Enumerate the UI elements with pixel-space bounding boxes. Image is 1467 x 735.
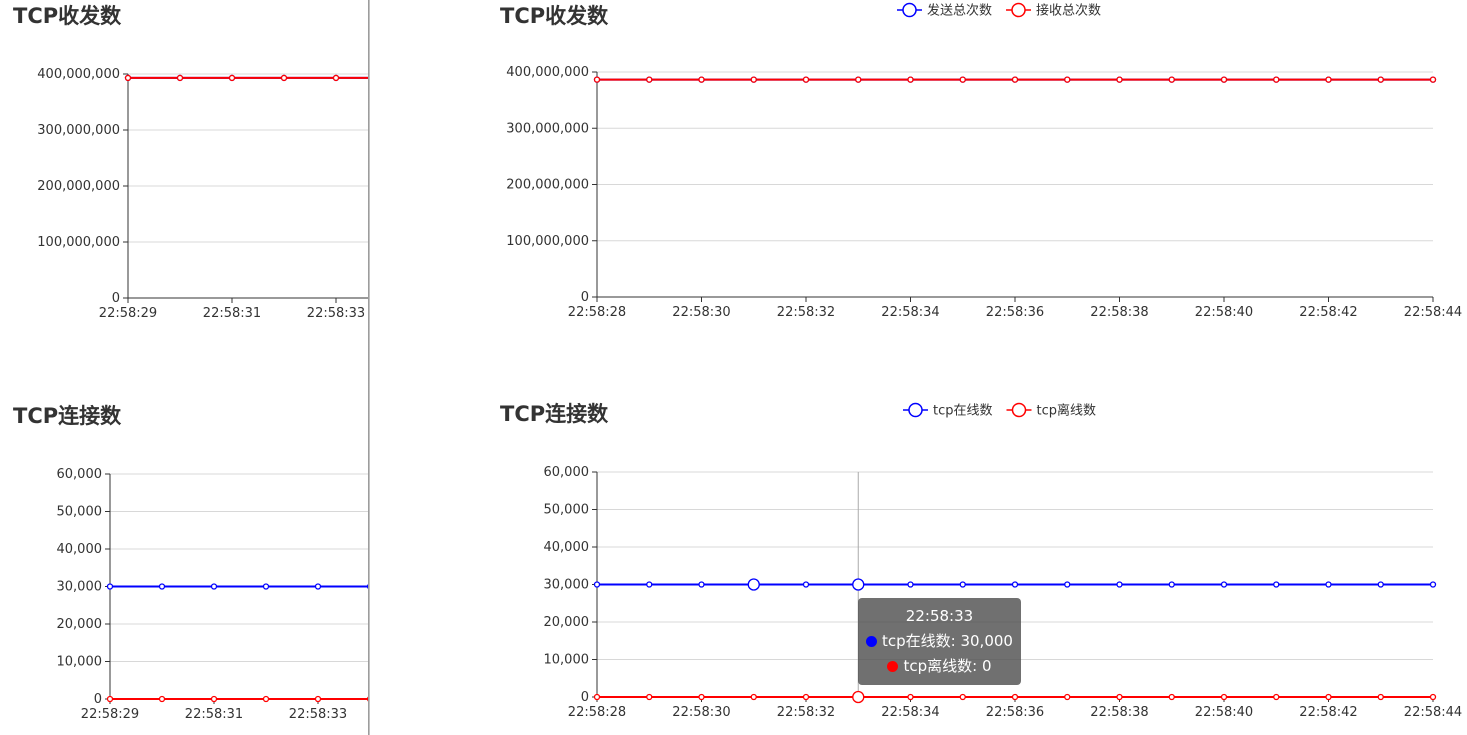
- data-point: [1064, 693, 1071, 701]
- data-point: [158, 695, 166, 703]
- data-point: [314, 583, 322, 590]
- x-tick-label: 22:58:28: [568, 705, 626, 720]
- y-tick-label: 10,000: [544, 653, 590, 668]
- y-tick-label: 60,000: [544, 465, 590, 480]
- x-tick-label: 22:58:31: [185, 707, 243, 722]
- y-tick-label: 20,000: [57, 617, 103, 632]
- tcp-connections-chart[interactable]: 0 10,000 20,000 30,000 40,000 50,000 60,000 22:…: [0, 0, 368, 735]
- right-panel: TCP收发数 0 100,000,000 200,000,000 300,000,00…: [370, 0, 1467, 735]
- x-tick-label: 22:58:29: [81, 707, 139, 722]
- data-point: [1273, 693, 1280, 701]
- tooltip-row-label: tcp在线数: 30,000: [882, 632, 1013, 650]
- legend-label: tcp离线数: [1037, 403, 1097, 419]
- data-point: [959, 581, 966, 588]
- data-point: [852, 690, 865, 704]
- data-point: [907, 581, 914, 588]
- data-point: [1168, 581, 1175, 588]
- tooltip-row-offline: tcp离线数: 0: [866, 654, 1013, 679]
- x-tick-label: 22:58:44: [1404, 705, 1462, 720]
- data-point: [106, 695, 114, 703]
- data-point: [262, 695, 270, 703]
- data-point: [106, 583, 114, 590]
- data-point: [747, 578, 760, 591]
- data-point: [1168, 693, 1175, 701]
- data-point: [750, 693, 757, 701]
- data-point: [1429, 581, 1437, 588]
- x-tick-label: 22:58:38: [1090, 705, 1148, 720]
- data-point: [593, 693, 601, 701]
- data-point: [314, 695, 322, 703]
- x-tick-label: 22:58:42: [1299, 705, 1357, 720]
- data-point: [593, 581, 601, 588]
- y-tick-label: 20,000: [544, 615, 590, 630]
- data-point: [1064, 581, 1071, 588]
- legend-marker-icon: [908, 402, 923, 418]
- y-tick-label: 60,000: [57, 467, 103, 482]
- data-point: [262, 583, 270, 590]
- data-point: [646, 581, 653, 588]
- legend-label: tcp在线数: [933, 404, 993, 419]
- x-tick-label: 22:58:33: [289, 707, 347, 722]
- data-point: [1273, 581, 1280, 588]
- y-tick-label: 50,000: [544, 503, 590, 518]
- y-tick-label: 50,000: [57, 505, 103, 520]
- y-tick-label: 10,000: [57, 655, 103, 670]
- tooltip-time: 22:58:33: [905, 607, 974, 625]
- data-point: [852, 578, 865, 591]
- data-point: [158, 583, 166, 590]
- data-point: [646, 693, 653, 701]
- x-tick-label: 22:58:36: [986, 705, 1044, 720]
- data-point: [698, 693, 705, 701]
- y-tick-label: 30,000: [544, 578, 590, 593]
- y-tick-label: 0: [581, 690, 589, 705]
- data-point: [1377, 693, 1384, 701]
- x-tick-label: 22:58:34: [881, 705, 939, 720]
- y-tick-label: 0: [94, 692, 102, 707]
- data-point: [210, 695, 218, 703]
- x-tick-label: 22:58:32: [777, 705, 835, 720]
- data-point: [1429, 693, 1437, 701]
- y-tick-label: 30,000: [57, 580, 103, 595]
- legend-marker-icon: [1011, 402, 1027, 418]
- data-point: [1116, 693, 1123, 701]
- data-point: [1220, 693, 1228, 701]
- data-point: [698, 581, 705, 588]
- tooltip-row-label: tcp离线数: 0: [903, 657, 992, 675]
- data-point: [1011, 581, 1019, 588]
- data-point: [1011, 693, 1019, 701]
- left-panel: TCP收发数 0 100,000,000 200,000,000 300,000,00…: [0, 0, 368, 735]
- series-dot-icon: [866, 636, 877, 647]
- chart-tooltip: 22:58:33 tcp在线数: 30,000 tcp离线数: 0: [858, 598, 1021, 685]
- y-tick-label: 40,000: [544, 540, 590, 555]
- data-point: [1325, 693, 1332, 701]
- data-point: [1325, 581, 1332, 588]
- series-dot-icon: [887, 661, 899, 672]
- data-point: [907, 693, 914, 701]
- x-tick-label: 22:58:40: [1195, 705, 1253, 720]
- data-point: [959, 693, 966, 701]
- x-tick-label: 22:58:30: [672, 705, 730, 720]
- data-point: [802, 581, 810, 588]
- tooltip-row-online: tcp在线数: 30,000: [866, 629, 1013, 654]
- y-tick-label: 40,000: [57, 542, 103, 557]
- data-point: [802, 693, 810, 701]
- data-point: [1116, 581, 1123, 588]
- data-point: [1220, 581, 1228, 588]
- data-point: [1377, 581, 1384, 588]
- data-point: [210, 583, 218, 590]
